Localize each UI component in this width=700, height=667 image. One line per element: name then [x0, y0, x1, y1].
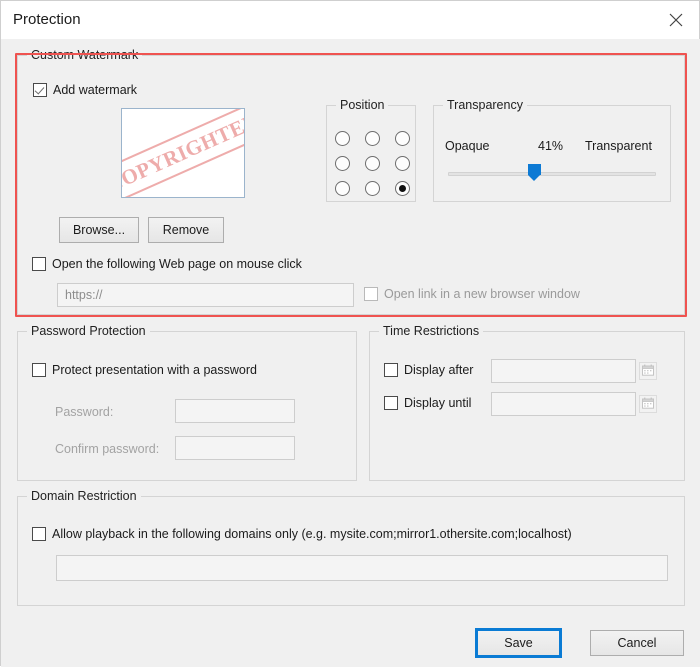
watermark-url-input[interactable]: https://	[57, 283, 354, 307]
display-after-checkbox[interactable]	[384, 363, 398, 377]
remove-button[interactable]: Remove	[148, 217, 224, 243]
position-radio-top-right[interactable]	[395, 131, 410, 146]
calendar-icon	[642, 364, 654, 379]
add-watermark-label: Add watermark	[53, 83, 138, 97]
position-radio-grid	[335, 131, 410, 196]
allow-domains-label: Allow playback in the following domains …	[52, 527, 572, 541]
domain-restriction-group: Domain Restriction	[17, 489, 685, 606]
opaque-label: Opaque	[445, 139, 490, 153]
protect-password-checkbox[interactable]	[32, 363, 46, 377]
position-radio-top-center[interactable]	[365, 131, 380, 146]
display-until-label: Display until	[404, 396, 472, 410]
new-browser-window-label: Open link in a new browser window	[384, 287, 580, 301]
position-radio-bottom-right[interactable]	[395, 181, 410, 196]
position-legend: Position	[336, 98, 389, 112]
title-bar: Protection	[1, 1, 699, 40]
open-web-page-checkbox-row[interactable]: Open the following Web page on mouse cli…	[32, 257, 302, 271]
cancel-button[interactable]: Cancel	[590, 630, 684, 656]
close-icon	[669, 13, 683, 27]
position-radio-bottom-center[interactable]	[365, 181, 380, 196]
confirm-password-input[interactable]	[175, 436, 295, 460]
position-radio-top-left[interactable]	[335, 131, 350, 146]
transparency-group: Transparency	[433, 98, 671, 202]
transparency-slider-thumb[interactable]	[528, 164, 541, 181]
display-after-label: Display after	[404, 363, 474, 377]
browse-button-label: Browse...	[72, 223, 126, 237]
password-input[interactable]	[175, 399, 295, 423]
transparency-value: 41%	[538, 139, 564, 153]
open-web-page-label: Open the following Web page on mouse cli…	[52, 257, 302, 271]
transparency-slider-track[interactable]	[448, 172, 656, 176]
add-watermark-checkbox[interactable]	[33, 83, 47, 97]
display-until-checkbox-row[interactable]: Display until	[384, 396, 471, 410]
new-browser-window-checkbox-row[interactable]: Open link in a new browser window	[364, 287, 580, 301]
position-radio-middle-left[interactable]	[335, 156, 350, 171]
watermark-url-value: https://	[65, 288, 103, 302]
transparency-legend: Transparency	[443, 98, 527, 112]
window-title: Protection	[13, 11, 81, 28]
new-browser-window-checkbox[interactable]	[364, 287, 378, 301]
calendar-icon	[642, 397, 654, 412]
protect-password-checkbox-row[interactable]: Protect presentation with a password	[32, 363, 257, 377]
position-radio-middle-center[interactable]	[365, 156, 380, 171]
save-button-label: Save	[504, 636, 533, 650]
display-after-input[interactable]	[491, 359, 636, 383]
transparent-label: Transparent	[585, 139, 652, 153]
browse-button[interactable]: Browse...	[59, 217, 139, 243]
display-after-checkbox-row[interactable]: Display after	[384, 363, 473, 377]
custom-watermark-legend: Custom Watermark	[27, 48, 143, 62]
display-until-calendar-button[interactable]	[639, 395, 657, 413]
watermark-preview: COPYRIGHTED	[121, 108, 245, 198]
open-web-page-checkbox[interactable]	[32, 257, 46, 271]
remove-button-label: Remove	[162, 223, 210, 237]
password-protection-legend: Password Protection	[27, 324, 150, 338]
cancel-button-label: Cancel	[617, 636, 657, 650]
position-radio-middle-right[interactable]	[395, 156, 410, 171]
confirm-password-field-label: Confirm password:	[55, 442, 160, 456]
allow-domains-checkbox[interactable]	[32, 527, 46, 541]
protect-password-label: Protect presentation with a password	[52, 363, 257, 377]
password-field-label: Password:	[55, 405, 114, 419]
add-watermark-checkbox-row[interactable]: Add watermark	[33, 83, 137, 97]
display-after-calendar-button[interactable]	[639, 362, 657, 380]
save-button[interactable]: Save	[475, 628, 562, 658]
domain-restriction-legend: Domain Restriction	[27, 489, 141, 503]
watermark-stamp-text: COPYRIGHTED	[122, 109, 244, 197]
dialog-body: Custom Watermark Add watermark COPYRIGHT…	[1, 39, 700, 667]
protection-dialog: Protection Custom Watermark Add watermar…	[0, 0, 700, 667]
position-radio-bottom-left[interactable]	[335, 181, 350, 196]
allow-domains-checkbox-row[interactable]: Allow playback in the following domains …	[32, 527, 572, 541]
close-button[interactable]	[653, 1, 699, 38]
domains-input[interactable]	[56, 555, 668, 581]
time-restrictions-legend: Time Restrictions	[379, 324, 484, 338]
display-until-checkbox[interactable]	[384, 396, 398, 410]
display-until-input[interactable]	[491, 392, 636, 416]
